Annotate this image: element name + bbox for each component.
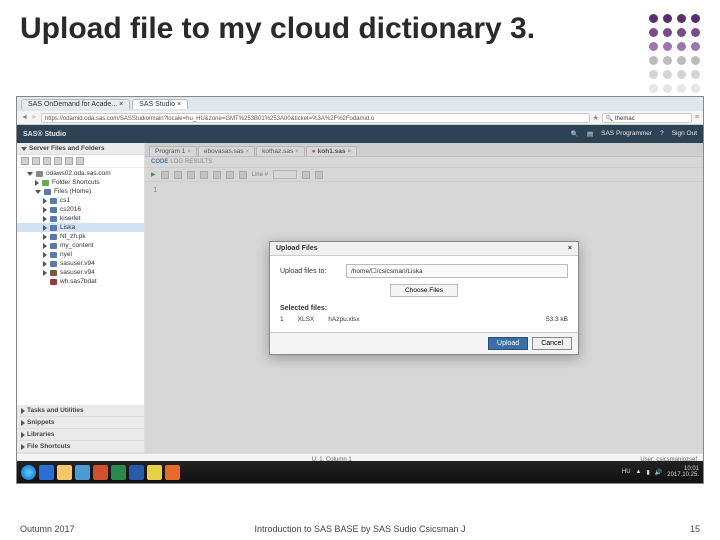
tray-icon[interactable]: ▲: [636, 469, 642, 475]
upload-to-path: /home/☐/csicsman/Liska: [346, 264, 568, 278]
modal-overlay: Upload Files × Upload files to: /home/☐/…: [145, 143, 703, 453]
menu-icon[interactable]: ≡: [695, 114, 699, 121]
tree-item[interactable]: NI_zh.pk: [17, 232, 144, 241]
upload-button[interactable]: Upload: [488, 337, 528, 350]
network-icon[interactable]: ▮: [647, 469, 650, 476]
cancel-button[interactable]: Cancel: [532, 337, 572, 350]
search-input[interactable]: 🔍 themac: [602, 113, 692, 123]
props-icon[interactable]: [76, 157, 84, 165]
tree-item[interactable]: my_content: [17, 241, 144, 250]
taskbar-word-icon[interactable]: [129, 465, 144, 480]
lang-indicator[interactable]: HU: [622, 469, 631, 475]
dialog-title: Upload Files: [276, 245, 318, 252]
browser-tab-sasstudio[interactable]: SAS Studio×: [132, 99, 188, 109]
footer-page-number: 15: [690, 524, 700, 534]
choose-files-button[interactable]: Choose Files: [390, 284, 458, 297]
upload-to-label: Upload files to:: [280, 268, 340, 275]
footer-left: Outumn 2017: [20, 524, 75, 534]
close-icon[interactable]: ×: [568, 245, 572, 252]
tree-item[interactable]: nyel: [17, 250, 144, 259]
file-size: 53.3 kB: [546, 316, 568, 323]
forward-icon[interactable]: ►: [31, 114, 38, 121]
clock-date: 2017.10.25.: [667, 472, 699, 478]
browser-tab-strip: SAS OnDemand for Acade...× SAS Studio×: [17, 97, 703, 111]
taskbar-chrome-icon[interactable]: [147, 465, 162, 480]
tree-fileshome[interactable]: Files (Home): [17, 187, 144, 196]
tree-shortcuts[interactable]: Folder Shortcuts: [17, 178, 144, 187]
file-index: 1: [280, 316, 284, 323]
windows-taskbar: HU ▲ ▮ 🔊 10:01 2017.10.25.: [17, 461, 703, 483]
app-title: SAS® Studio: [23, 131, 66, 138]
file-name: hAzpu.xlsx: [328, 316, 532, 323]
help-icon[interactable]: ?: [660, 130, 664, 138]
close-icon[interactable]: ×: [119, 101, 123, 108]
volume-icon[interactable]: 🔊: [655, 469, 662, 476]
tree-item[interactable]: cs2016: [17, 205, 144, 214]
tree-item[interactable]: sasuser.v94: [17, 268, 144, 277]
slide-title: Upload file to my cloud dictionary 3.: [0, 0, 720, 51]
decorative-dots: [649, 14, 700, 98]
delete-icon[interactable]: [65, 157, 73, 165]
taskbar-ie-icon[interactable]: [39, 465, 54, 480]
app-header: SAS® Studio 🔍 ▤ SAS Programmer ? Sign Ou…: [17, 125, 703, 143]
main-area: Program 1× ebovasas.sas× kothaz.sas× ●ko…: [145, 143, 703, 453]
signout-link[interactable]: Sign Out: [672, 130, 697, 138]
sidebar-section-files[interactable]: Server Files and Folders: [17, 143, 144, 155]
upload-icon[interactable]: [32, 157, 40, 165]
taskbar-mediaplayer-icon[interactable]: [75, 465, 90, 480]
taskbar-excel-icon[interactable]: [111, 465, 126, 480]
search-icon[interactable]: 🔍: [571, 130, 579, 138]
tree-item[interactable]: sasuser.v94: [17, 259, 144, 268]
tree-item[interactable]: cs1: [17, 196, 144, 205]
sidebar: Server Files and Folders odaws02.oda.sas…: [17, 143, 145, 453]
start-button[interactable]: [21, 465, 36, 480]
programmer-label[interactable]: SAS Programmer: [601, 130, 652, 138]
sidebar-section-fileshortcuts[interactable]: File Shortcuts: [17, 441, 144, 453]
selected-files-label: Selected files:: [280, 305, 568, 312]
browser-tab-ondemand[interactable]: SAS OnDemand for Acade...×: [21, 99, 130, 109]
new-icon[interactable]: [21, 157, 29, 165]
tree-item-liska[interactable]: Liska: [17, 223, 144, 232]
tree-item[interactable]: kiserlet: [17, 214, 144, 223]
taskbar-firefox-icon[interactable]: [165, 465, 180, 480]
tree-item[interactable]: wh.sas7bdat: [17, 277, 144, 286]
browser-window: SAS OnDemand for Acade...× SAS Studio× ◄…: [16, 96, 704, 484]
refresh-icon[interactable]: [43, 157, 51, 165]
address-bar[interactable]: https://odamid.oda.sas.com/SASStudio/mai…: [41, 113, 590, 123]
taskbar-explorer-icon[interactable]: [57, 465, 72, 480]
sidebar-section-libraries[interactable]: Libraries: [17, 429, 144, 441]
clock-time: 10:01: [684, 466, 699, 472]
folder-icon[interactable]: ▤: [587, 130, 593, 138]
tree-server-root[interactable]: odaws02.oda.sas.com: [17, 169, 144, 178]
sidebar-section-snippets[interactable]: Snippets: [17, 417, 144, 429]
file-toolbar: [17, 155, 144, 168]
taskbar-powerpoint-icon[interactable]: [93, 465, 108, 480]
sidebar-section-tasks[interactable]: Tasks and Utilities: [17, 405, 144, 417]
close-icon[interactable]: ×: [177, 101, 181, 108]
download-icon[interactable]: [54, 157, 62, 165]
file-tree: odaws02.oda.sas.com Folder Shortcuts Fil…: [17, 168, 144, 405]
file-type: XLSX: [298, 316, 315, 323]
upload-dialog: Upload Files × Upload files to: /home/☐/…: [269, 241, 579, 355]
browser-toolbar: ◄ ► https://odamid.oda.sas.com/SASStudio…: [17, 111, 703, 125]
back-icon[interactable]: ◄: [21, 114, 28, 121]
selected-file-row: 1 XLSX hAzpu.xlsx 53.3 kB: [280, 315, 568, 324]
slide-footer: Outumn 2017 Introduction to SAS BASE by …: [0, 524, 720, 534]
footer-center: Introduction to SAS BASE by SAS Sudio Cs…: [254, 524, 465, 535]
